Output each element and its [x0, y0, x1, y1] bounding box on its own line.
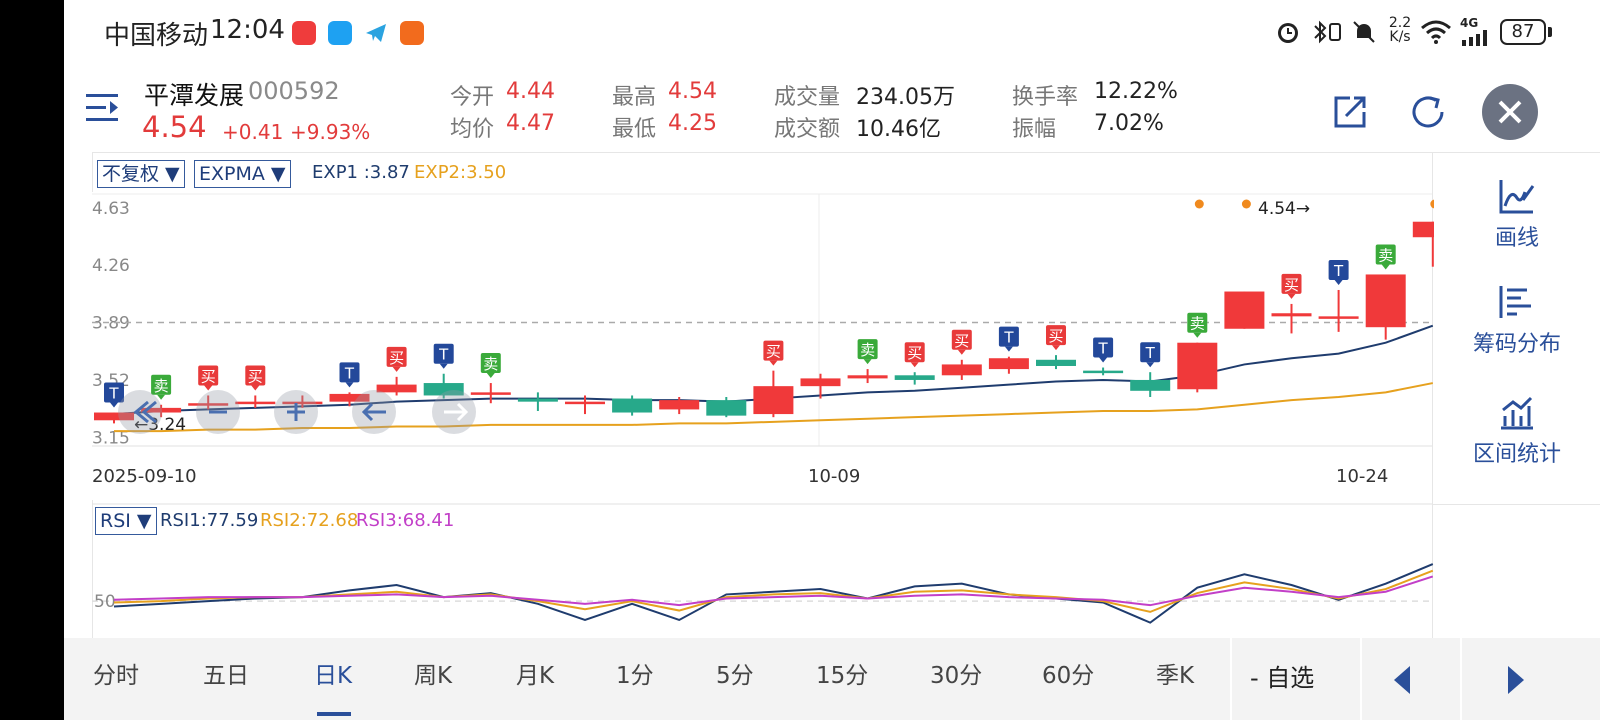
bottom-divider — [1230, 638, 1232, 720]
chip-distribution-icon — [1499, 286, 1531, 318]
tab-1min[interactable]: 1分 — [616, 656, 654, 690]
app-screen: 中国移动 12:04 2.2 K/s 4G 87 平潭发展 000592 4.5… — [64, 0, 1600, 720]
rsi-line-rsi1 — [113, 563, 1434, 624]
side-item-label: 筹码分布 — [1472, 332, 1561, 357]
signal-icon — [1460, 30, 1492, 46]
next-stock-button[interactable] — [1504, 664, 1528, 696]
interval-stats-icon — [1501, 396, 1533, 430]
tab-30min[interactable]: 30分 — [930, 656, 982, 690]
active-tab-indicator — [317, 712, 351, 716]
side-item-interval-stats[interactable]: 区间统计 — [1444, 392, 1590, 468]
tab-5min[interactable]: 5分 — [716, 656, 754, 690]
side-panel-divider — [1432, 504, 1600, 505]
battery-indicator: 87 — [1500, 19, 1546, 45]
tab-quarterly-k[interactable]: 季K — [1156, 656, 1194, 690]
caret-left-icon — [1394, 666, 1410, 694]
watchlist-button[interactable]: - 自选 — [1250, 658, 1314, 693]
caret-right-icon — [1508, 666, 1524, 694]
side-item-draw-line[interactable]: 画线 — [1444, 176, 1590, 252]
battery-tip — [1548, 27, 1552, 37]
tab-minute[interactable]: 分时 — [93, 656, 139, 690]
tab-five-day[interactable]: 五日 — [203, 656, 249, 690]
close-icon — [1498, 100, 1522, 124]
rsi-y-tick-label: 50 — [94, 592, 116, 612]
rsi-chart[interactable]: 50 — [64, 0, 1434, 640]
tab-15min[interactable]: 15分 — [816, 656, 868, 690]
bottom-divider — [1360, 638, 1362, 720]
tab-monthly-k[interactable]: 月K — [516, 656, 554, 690]
tab-daily-k[interactable]: 日K — [314, 656, 352, 690]
network-type: 4G — [1460, 16, 1479, 30]
side-item-label: 画线 — [1494, 226, 1539, 251]
tab-weekly-k[interactable]: 周K — [414, 656, 452, 690]
side-item-chip-distribution[interactable]: 筹码分布 — [1444, 282, 1590, 358]
draw-line-icon — [1499, 180, 1535, 214]
prev-stock-button[interactable] — [1390, 664, 1414, 696]
close-button[interactable] — [1482, 84, 1538, 140]
bottom-divider — [1460, 638, 1462, 720]
tab-60min[interactable]: 60分 — [1042, 656, 1094, 690]
side-item-label: 区间统计 — [1472, 442, 1561, 467]
